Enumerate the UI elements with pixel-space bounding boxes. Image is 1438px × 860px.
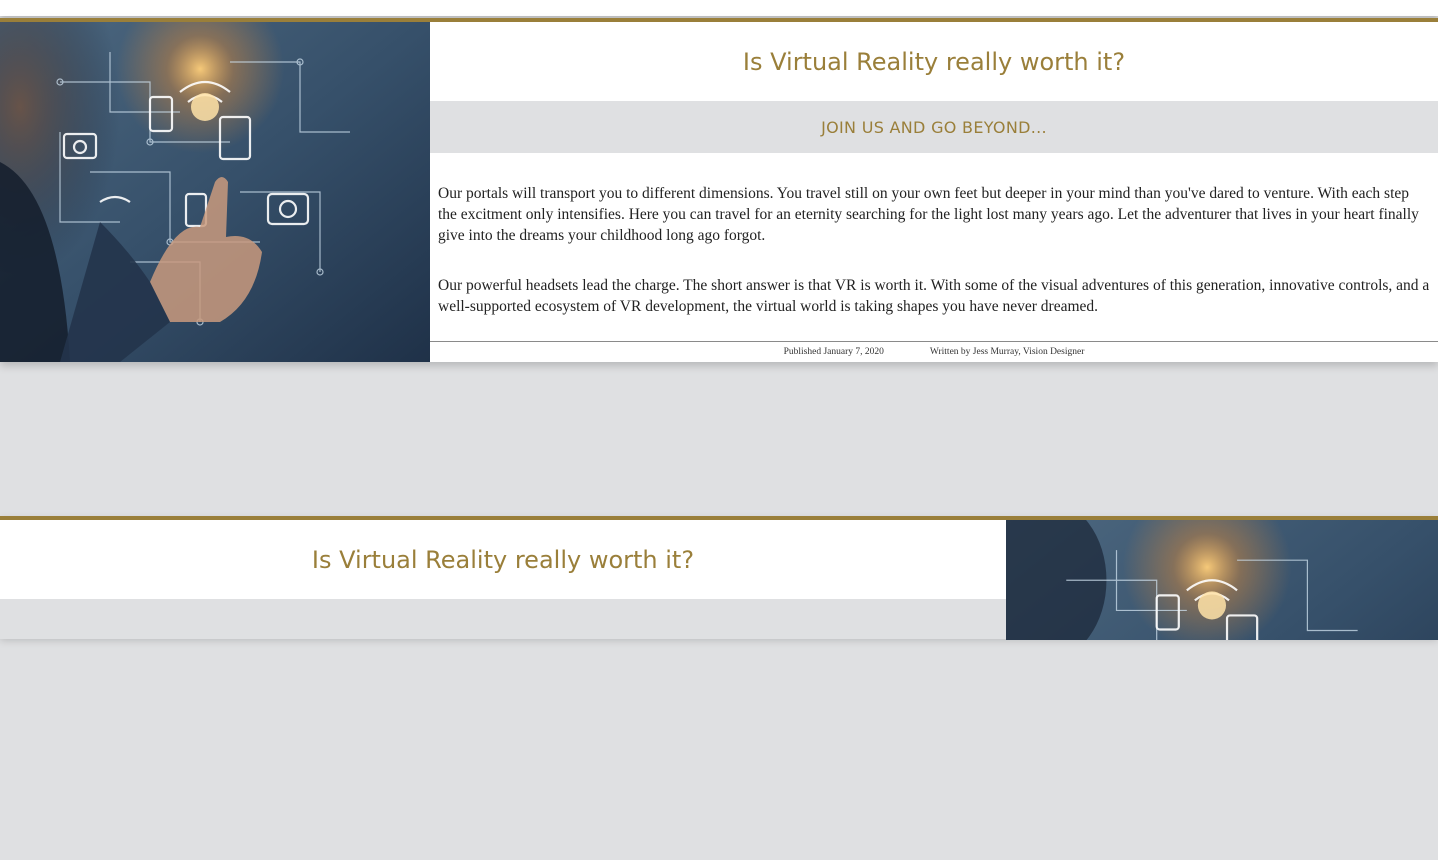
article-card: Is Virtual Reality really worth it? JOIN… — [0, 18, 1438, 362]
vr-hand-illustration — [1006, 520, 1438, 860]
article-paragraph: Our powerful headsets lead the charge. T… — [438, 277, 1430, 315]
article-subtitle-bar — [0, 599, 1006, 639]
previous-article-card-edge — [0, 0, 1438, 16]
article-subtitle: JOIN US AND GO BEYOND... — [430, 101, 1438, 153]
article-title: Is Virtual Reality really worth it? — [311, 545, 695, 574]
vr-hand-illustration — [0, 22, 430, 362]
article-content: Is Virtual Reality really worth it? — [0, 520, 1006, 640]
article-title: Is Virtual Reality really worth it? — [742, 47, 1126, 76]
vr-hero-image — [0, 22, 430, 362]
article-content: Is Virtual Reality really worth it? JOIN… — [430, 22, 1438, 362]
article-meta: Published January 7, 2020 Written by Jes… — [430, 341, 1438, 362]
article-paragraph: Our portals will transport you to differ… — [438, 185, 1419, 244]
article-card: Is Virtual Reality really worth it? — [0, 516, 1438, 860]
article-body: Our portals will transport you to differ… — [430, 153, 1438, 317]
author-credit: Written by Jess Murray, Vision Designer — [929, 347, 1085, 357]
vr-hero-image — [1006, 520, 1438, 860]
published-date: Published January 7, 2020 — [783, 347, 884, 357]
